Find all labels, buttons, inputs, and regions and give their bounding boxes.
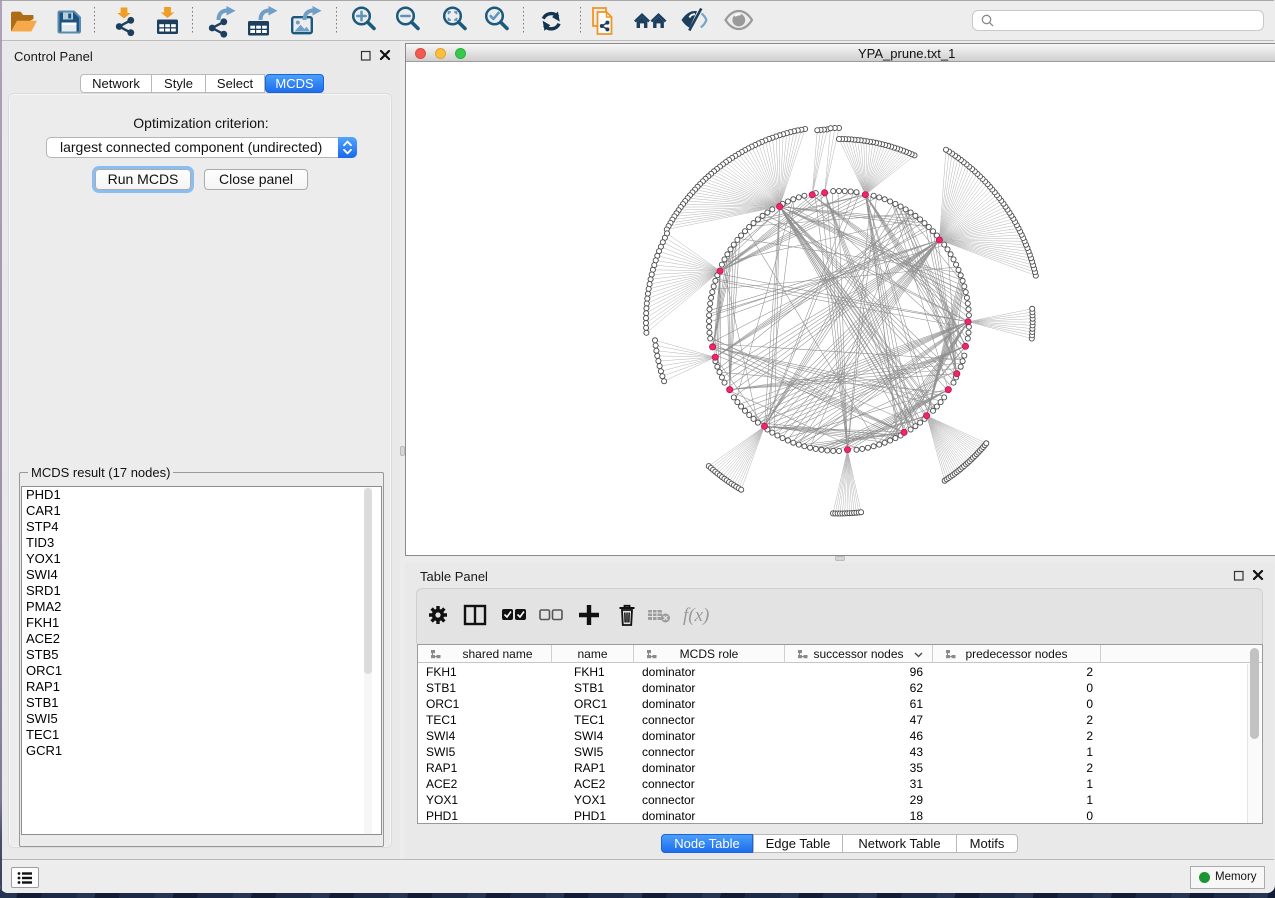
svg-text:f(x): f(x) (683, 605, 709, 626)
